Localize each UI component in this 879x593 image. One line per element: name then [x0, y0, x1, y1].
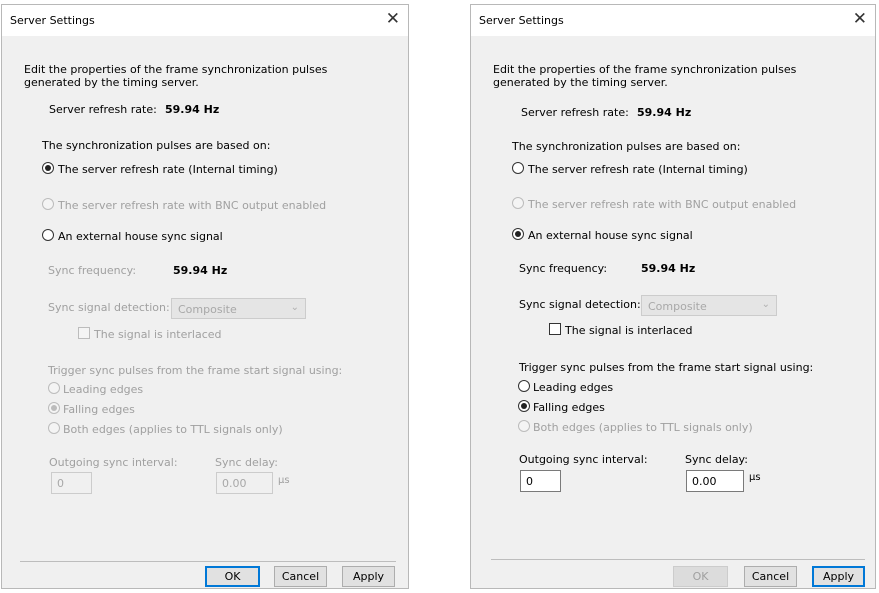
- radio-bnc-output-label[interactable]: The server refresh rate with BNC output …: [528, 198, 796, 211]
- sync-frequency-value: 59.94 Hz: [641, 262, 696, 275]
- radio-bnc-output-label[interactable]: The server refresh rate with BNC output …: [58, 199, 326, 212]
- trigger-label: Trigger sync pulses from the frame start…: [48, 364, 343, 377]
- dialog-title: Server Settings: [479, 14, 564, 27]
- apply-button[interactable]: Apply: [342, 566, 395, 587]
- interval-label: Outgoing sync interval:: [49, 456, 178, 469]
- delay-unit: µs: [278, 475, 290, 486]
- detection-dropdown[interactable]: Composite ⌄: [641, 295, 777, 316]
- radio-both-edges[interactable]: [48, 422, 60, 434]
- delay-input[interactable]: 0.00: [216, 472, 273, 494]
- delay-label: Sync delay:: [685, 453, 748, 466]
- interval-label: Outgoing sync interval:: [519, 453, 648, 466]
- separator: [491, 559, 865, 560]
- radio-bnc-output[interactable]: [512, 197, 524, 209]
- cancel-button[interactable]: Cancel: [744, 566, 797, 587]
- radio-internal-timing-label[interactable]: The server refresh rate (Internal timing…: [528, 163, 748, 176]
- radio-bnc-output[interactable]: [42, 198, 54, 210]
- sync-frequency-label: Sync frequency:: [519, 262, 608, 275]
- close-icon[interactable]: ✕: [386, 9, 400, 29]
- title-bar: Server Settings ✕: [2, 5, 408, 36]
- sync-frequency-label: Sync frequency:: [48, 264, 137, 277]
- interlaced-label[interactable]: The signal is interlaced: [94, 328, 222, 341]
- description-text: Edit the properties of the frame synchro…: [24, 63, 328, 89]
- delay-unit: µs: [749, 472, 761, 483]
- radio-falling-edges-label[interactable]: Falling edges: [533, 401, 605, 414]
- radio-falling-edges[interactable]: [518, 400, 530, 412]
- radio-leading-edges[interactable]: [518, 380, 530, 392]
- ok-button[interactable]: OK: [673, 566, 728, 587]
- interlaced-label[interactable]: The signal is interlaced: [565, 324, 693, 337]
- refresh-rate-value: 59.94 Hz: [637, 106, 692, 119]
- title-bar: Server Settings ✕: [471, 5, 875, 36]
- radio-house-sync[interactable]: [42, 229, 54, 241]
- trigger-label: Trigger sync pulses from the frame start…: [519, 361, 814, 374]
- sync-frequency-value: 59.94 Hz: [173, 264, 228, 277]
- interlaced-checkbox[interactable]: [78, 327, 90, 339]
- detection-value: Composite: [178, 303, 237, 316]
- refresh-rate-label: Server refresh rate:: [49, 103, 157, 116]
- radio-both-edges-label[interactable]: Both edges (applies to TTL signals only): [533, 421, 753, 434]
- cancel-button[interactable]: Cancel: [274, 566, 327, 587]
- based-on-label: The synchronization pulses are based on:: [512, 140, 741, 153]
- detection-label: Sync signal detection:: [48, 301, 170, 314]
- radio-house-sync-label[interactable]: An external house sync signal: [58, 230, 223, 243]
- radio-selected-dot: [521, 403, 527, 409]
- radio-both-edges[interactable]: [518, 420, 530, 432]
- dialog-title: Server Settings: [10, 14, 95, 27]
- radio-leading-edges-label[interactable]: Leading edges: [533, 381, 613, 394]
- server-settings-dialog-left: Server Settings ✕ Edit the properties of…: [1, 4, 409, 589]
- separator: [20, 561, 396, 562]
- chevron-down-icon: ⌄: [290, 302, 299, 313]
- radio-house-sync[interactable]: [512, 228, 524, 240]
- interval-input[interactable]: 0: [520, 470, 561, 492]
- delay-label: Sync delay:: [215, 456, 278, 469]
- detection-label: Sync signal detection:: [519, 298, 641, 311]
- close-icon[interactable]: ✕: [853, 9, 867, 29]
- radio-selected-dot: [515, 231, 521, 237]
- detection-value: Composite: [648, 300, 707, 313]
- description-text: Edit the properties of the frame synchro…: [493, 63, 797, 89]
- radio-selected-dot: [51, 405, 57, 411]
- based-on-label: The synchronization pulses are based on:: [42, 139, 271, 152]
- radio-falling-edges-label[interactable]: Falling edges: [63, 403, 135, 416]
- interlaced-checkbox[interactable]: [549, 323, 561, 335]
- radio-internal-timing-label[interactable]: The server refresh rate (Internal timing…: [58, 163, 278, 176]
- detection-dropdown[interactable]: Composite ⌄: [171, 298, 306, 319]
- server-settings-dialog-right: Server Settings ✕ Edit the properties of…: [470, 4, 876, 589]
- radio-internal-timing[interactable]: [512, 162, 524, 174]
- radio-selected-dot: [45, 165, 51, 171]
- ok-button[interactable]: OK: [205, 566, 260, 587]
- radio-falling-edges[interactable]: [48, 402, 60, 414]
- radio-house-sync-label[interactable]: An external house sync signal: [528, 229, 693, 242]
- apply-button[interactable]: Apply: [812, 566, 865, 587]
- refresh-rate-label: Server refresh rate:: [521, 106, 629, 119]
- radio-leading-edges[interactable]: [48, 382, 60, 394]
- delay-input[interactable]: 0.00: [686, 470, 744, 492]
- interval-input[interactable]: 0: [51, 472, 92, 494]
- radio-leading-edges-label[interactable]: Leading edges: [63, 383, 143, 396]
- radio-internal-timing[interactable]: [42, 162, 54, 174]
- radio-both-edges-label[interactable]: Both edges (applies to TTL signals only): [63, 423, 283, 436]
- refresh-rate-value: 59.94 Hz: [165, 103, 220, 116]
- chevron-down-icon: ⌄: [761, 299, 770, 310]
